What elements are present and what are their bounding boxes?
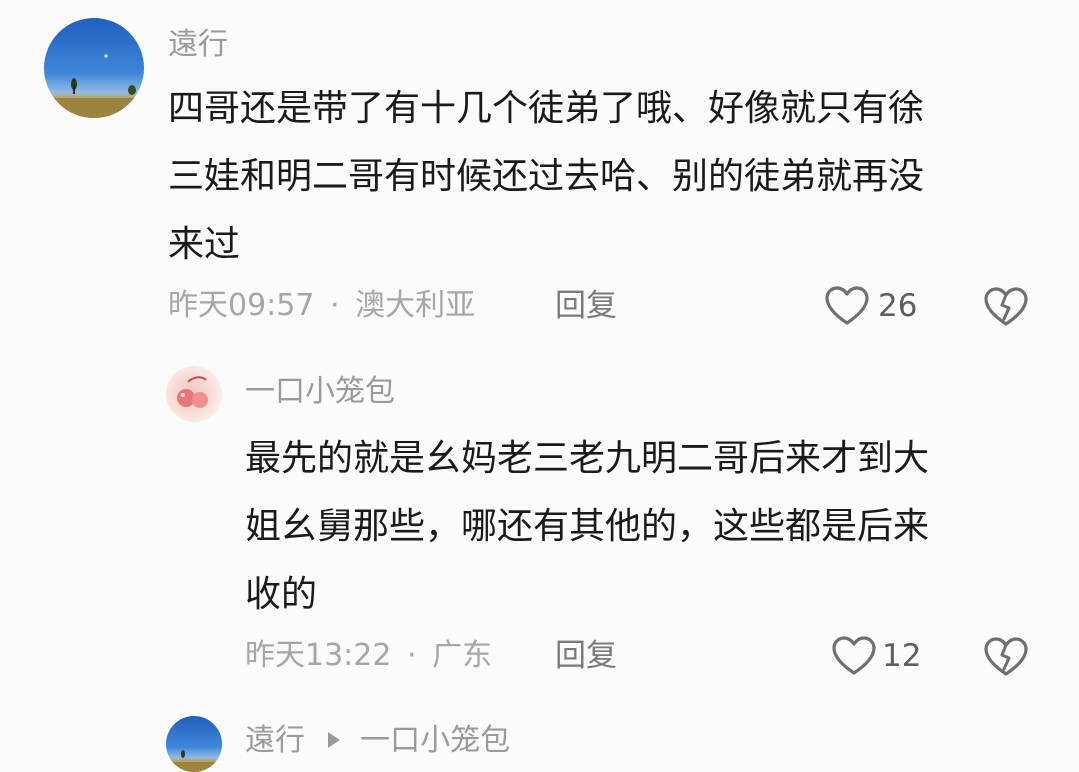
comment-username[interactable]: 遠行	[245, 723, 305, 758]
heart-outline-icon	[832, 636, 876, 675]
reply-target-username[interactable]: 一口小笼包	[360, 723, 510, 758]
like-count: 26	[878, 288, 918, 324]
meta-separator: ·	[407, 638, 417, 673]
user-avatar[interactable]	[166, 716, 222, 772]
reply-header: 遠行 一口小笼包	[245, 723, 510, 759]
comment-time: 昨天09:57	[168, 288, 315, 323]
like-button[interactable]	[824, 285, 870, 327]
like-count: 12	[882, 638, 922, 674]
landscape-avatar-icon	[166, 750, 222, 772]
broken-heart-icon	[984, 637, 1028, 676]
comment-text-line: 来过	[168, 224, 241, 265]
user-avatar[interactable]	[166, 366, 222, 422]
dislike-button[interactable]	[983, 286, 1029, 328]
comment-text: 四哥还是带了有十几个徒弟了哦、好像就只有徐 三娃和明二哥有时候还过去哈、别的徒弟…	[168, 75, 1048, 279]
reply-button[interactable]: 回复	[555, 288, 617, 324]
meta-separator: ·	[330, 288, 340, 323]
landscape-avatar-icon	[44, 54, 144, 118]
heart-outline-icon	[825, 286, 869, 325]
reply-button[interactable]: 回复	[555, 638, 617, 674]
comment-text: 最先的就是幺妈老三老九明二哥后来才到大 姐幺舅那些，哪还有其他的，这些都是后来 …	[245, 425, 1055, 629]
comment-username[interactable]: 一口小笼包	[245, 374, 395, 410]
broken-heart-icon	[984, 287, 1028, 326]
like-button[interactable]	[831, 635, 877, 677]
dislike-button[interactable]	[983, 636, 1029, 678]
comment-location: 广东	[432, 638, 493, 673]
user-avatar[interactable]	[44, 18, 144, 118]
comment-text-line: 最先的就是幺妈老三老九明二哥后来才到大	[245, 438, 930, 479]
comment-text-line: 姐幺舅那些，哪还有其他的，这些都是后来	[245, 506, 930, 547]
comment-text-line: 三娃和明二哥有时候还过去哈、别的徒弟就再没	[168, 156, 925, 197]
comment-location: 澳大利亚	[355, 288, 476, 323]
comment-username[interactable]: 遠行	[168, 27, 228, 63]
play-arrow-icon	[327, 731, 341, 749]
comment-meta: 昨天13:22 · 广东	[245, 638, 492, 674]
comment-text-line: 四哥还是带了有十几个徒弟了哦、好像就只有徐	[168, 88, 925, 129]
cherry-avatar-icon	[177, 376, 208, 408]
comment-text-line: 收的	[245, 574, 318, 615]
comment-time: 昨天13:22	[245, 638, 392, 673]
comment-meta: 昨天09:57 · 澳大利亚	[168, 288, 475, 324]
